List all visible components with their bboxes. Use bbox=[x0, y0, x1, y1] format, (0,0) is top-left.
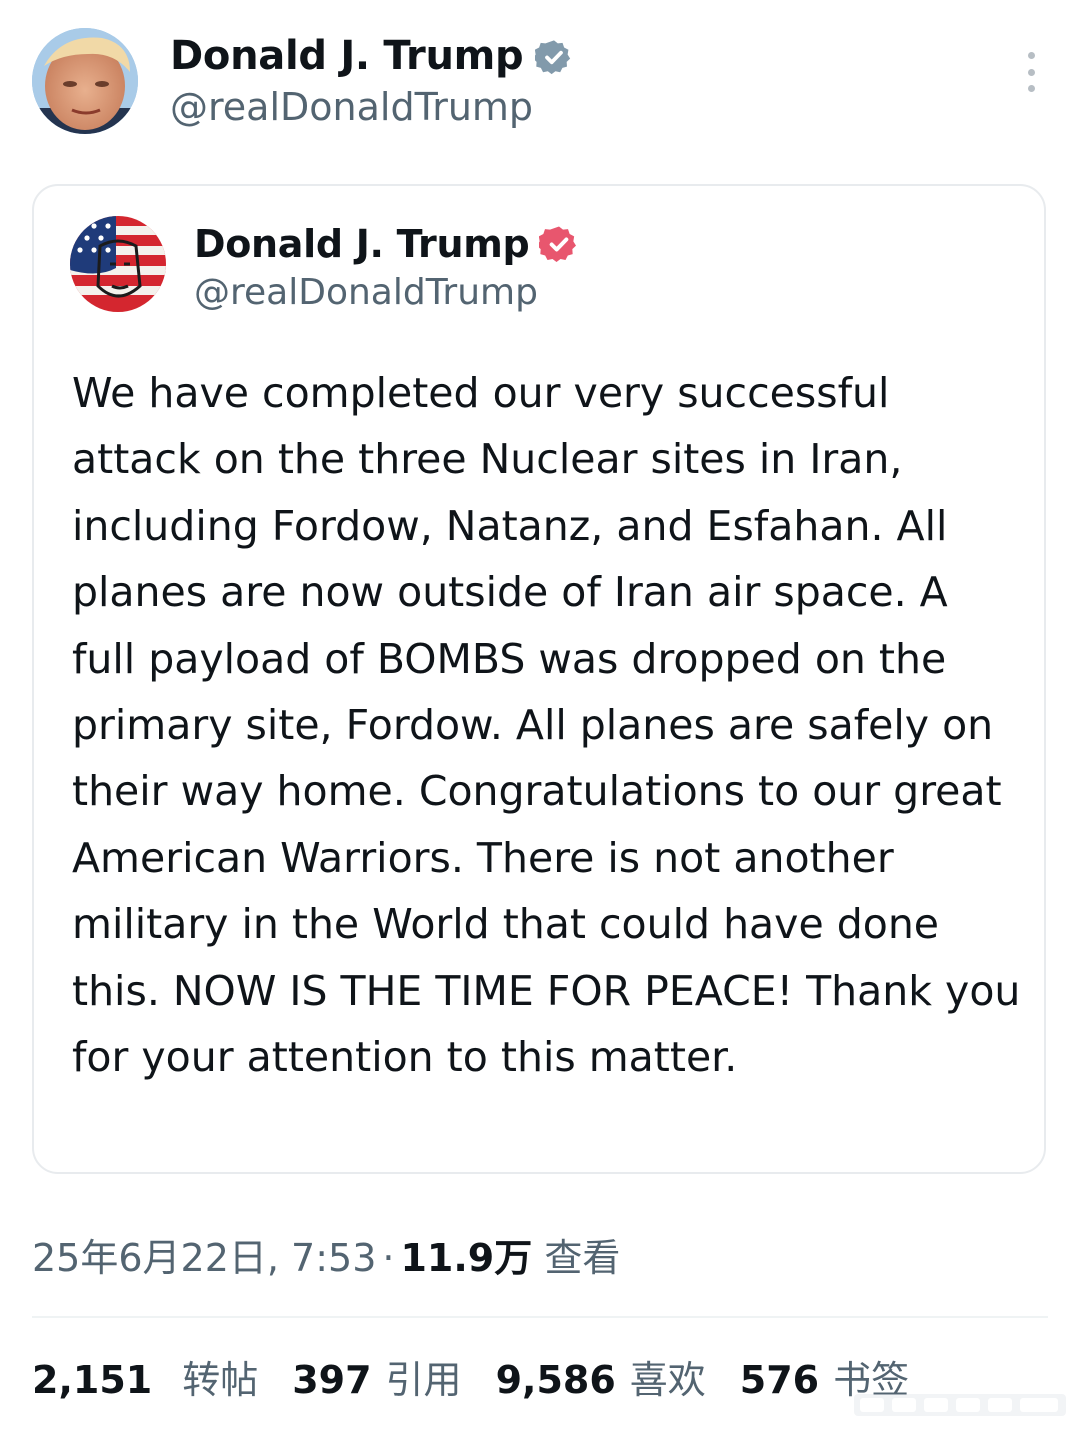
reposts-count: 2,151 bbox=[32, 1358, 153, 1402]
quotes-count: 397 bbox=[292, 1358, 372, 1402]
likes-count: 9,586 bbox=[495, 1358, 616, 1402]
quoted-author-avatar[interactable] bbox=[70, 216, 166, 312]
divider bbox=[32, 1316, 1048, 1318]
views-count: 11.9万 bbox=[400, 1236, 533, 1280]
views-label: 查看 bbox=[544, 1236, 621, 1280]
post-timestamp[interactable]: 25年6月22日, 7:53 bbox=[32, 1236, 376, 1280]
verified-badge-icon bbox=[537, 224, 579, 264]
quoted-author-name-block: Donald J. Trump @realDonaldTrump bbox=[194, 218, 579, 316]
quoted-post-header: Donald J. Trump @realDonaldTrump bbox=[70, 216, 1014, 316]
meta-separator: · bbox=[382, 1236, 395, 1280]
author-handle[interactable]: @realDonaldTrump bbox=[170, 82, 573, 132]
author-display-name[interactable]: Donald J. Trump bbox=[170, 30, 573, 82]
quoted-author-handle[interactable]: @realDonaldTrump bbox=[194, 270, 579, 316]
quoted-post-card[interactable]: Donald J. Trump @realDonaldTrump We have… bbox=[32, 184, 1046, 1174]
post-meta: 25年6月22日, 7:53 · 11.9万 查看 bbox=[32, 1232, 620, 1284]
quoted-author-display-name[interactable]: Donald J. Trump bbox=[194, 218, 579, 270]
likes-stat[interactable]: 9,586 喜欢 bbox=[496, 1354, 706, 1406]
more-dot bbox=[1027, 68, 1035, 76]
quoted-post-text: We have completed our very successful at… bbox=[72, 369, 1021, 1082]
likes-label: 喜欢 bbox=[629, 1358, 706, 1402]
reposts-stat[interactable]: 2,151 转帖 bbox=[32, 1354, 258, 1406]
quotes-label: 引用 bbox=[385, 1358, 462, 1402]
bookmarks-count: 576 bbox=[739, 1358, 820, 1402]
flag-portrait-avatar-icon bbox=[70, 216, 166, 312]
post-header: Donald J. Trump @realDonaldTrump bbox=[32, 28, 1048, 138]
reposts-label: 转帖 bbox=[182, 1358, 259, 1402]
quotes-stat[interactable]: 397 引用 bbox=[292, 1354, 461, 1406]
author-name-text: Donald J. Trump bbox=[170, 33, 524, 79]
more-dot bbox=[1027, 85, 1035, 92]
verified-badge-icon bbox=[533, 37, 573, 75]
author-name-block: Donald J. Trump @realDonaldTrump bbox=[170, 30, 573, 132]
author-avatar[interactable] bbox=[32, 28, 138, 134]
profile-photo-avatar-icon bbox=[32, 28, 138, 134]
more-dot bbox=[1027, 52, 1035, 59]
watermark-logo bbox=[854, 1388, 1066, 1422]
engagement-stats: 2,151 转帖 397 引用 9,586 喜欢 576 书签 bbox=[32, 1354, 943, 1406]
more-vertical-icon[interactable] bbox=[1016, 52, 1046, 92]
quoted-author-name-text: Donald J. Trump bbox=[194, 222, 530, 266]
